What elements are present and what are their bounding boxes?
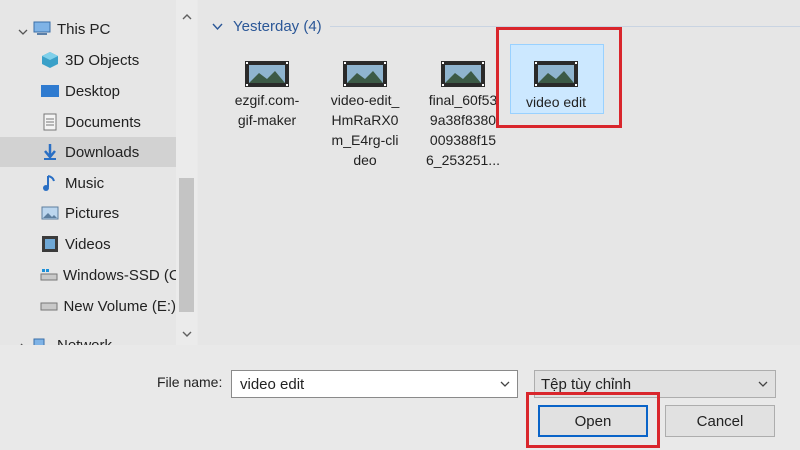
scroll-down-icon[interactable] (180, 328, 193, 340)
nav-label: Windows-SSD (C (63, 266, 180, 284)
nav-label: This PC (57, 20, 111, 38)
file-name-value: video edit (240, 376, 305, 393)
nav-label: Network (57, 336, 113, 346)
video-file-icon (343, 61, 387, 87)
file-name-line: HmRaRX0 (331, 112, 399, 128)
scroll-up-icon[interactable] (180, 10, 193, 22)
nav-downloads[interactable]: Downloads (0, 137, 176, 167)
file-name-line: deo (353, 152, 377, 168)
music-note-icon (40, 174, 60, 192)
open-file-dialog: This PC 3D Objects Desktop Documents Dow… (0, 0, 800, 450)
navigation-pane: This PC 3D Objects Desktop Documents Dow… (0, 0, 197, 345)
computer-icon (32, 20, 52, 38)
nav-this-pc[interactable]: This PC (0, 14, 176, 44)
film-icon (40, 235, 60, 253)
cancel-button-label: Cancel (696, 412, 744, 430)
nav-label: 3D Objects (65, 51, 140, 69)
nav-label: Pictures (65, 204, 120, 222)
annotation-highlight-box (526, 392, 660, 448)
annotation-highlight-box (496, 27, 622, 128)
video-file-icon (245, 61, 289, 87)
nav-pictures[interactable]: Pictures (0, 198, 176, 228)
drive-icon (40, 266, 58, 284)
chevron-down-icon[interactable] (757, 375, 769, 397)
file-name: final_60f53 9a38f8380 009388f15 6_253251… (418, 90, 508, 170)
file-name-line: gif-maker (237, 112, 297, 128)
file-name-line: ezgif.com- (234, 92, 300, 108)
nav-label: New Volume (E:) (63, 297, 176, 315)
nav-music[interactable]: Music (0, 168, 176, 198)
picture-icon (40, 204, 60, 222)
nav-label: Videos (65, 235, 111, 253)
nav-3d-objects[interactable]: 3D Objects (0, 45, 176, 75)
file-item[interactable]: ezgif.com- gif-maker (222, 46, 312, 176)
download-arrow-icon (40, 143, 60, 161)
nav-label: Documents (65, 113, 141, 131)
drive-icon (40, 297, 58, 315)
network-icon (32, 336, 52, 345)
nav-label: Music (65, 174, 105, 192)
group-label: Yesterday (4) (233, 17, 322, 35)
file-name-input[interactable]: video edit (231, 370, 518, 398)
file-type-value: Tệp tùy chỉnh (541, 376, 632, 393)
chevron-down-icon[interactable] (18, 24, 28, 35)
video-file-icon (441, 61, 485, 87)
desktop-icon (40, 82, 60, 100)
file-name-label: File name: (157, 374, 223, 390)
group-header-yesterday[interactable]: Yesterday (4) (212, 16, 322, 36)
chevron-down-icon[interactable] (212, 18, 223, 35)
file-item[interactable]: final_60f53 9a38f8380 009388f15 6_253251… (418, 46, 508, 176)
file-name-line: m_E4rg-cli (331, 132, 399, 148)
document-icon (40, 113, 60, 131)
nav-documents[interactable]: Documents (0, 107, 176, 137)
file-name-line: final_60f53 (428, 92, 498, 108)
file-name: video-edit_ HmRaRX0 m_E4rg-cli deo (320, 90, 410, 170)
file-name-line: 9a38f8380 (429, 112, 497, 128)
nav-label: Downloads (65, 143, 140, 161)
file-item[interactable]: video-edit_ HmRaRX0 m_E4rg-cli deo (320, 46, 410, 176)
nav-new-volume[interactable]: New Volume (E:) (0, 291, 176, 321)
file-name-line: 009388f15 (429, 132, 497, 148)
nav-videos[interactable]: Videos (0, 229, 176, 259)
file-name-line: video-edit_ (330, 92, 400, 108)
sidebar-scrollbar-thumb[interactable] (179, 178, 194, 312)
cancel-button[interactable]: Cancel (665, 405, 775, 437)
file-name-line: 6_253251... (426, 152, 500, 168)
cube-icon (40, 51, 60, 69)
nav-label: Desktop (65, 82, 121, 100)
nav-desktop[interactable]: Desktop (0, 76, 176, 106)
nav-windows-ssd[interactable]: Windows-SSD (C (0, 260, 180, 290)
chevron-down-icon[interactable] (499, 375, 511, 397)
nav-network[interactable]: Network (0, 330, 176, 345)
file-name: ezgif.com- gif-maker (222, 90, 312, 130)
